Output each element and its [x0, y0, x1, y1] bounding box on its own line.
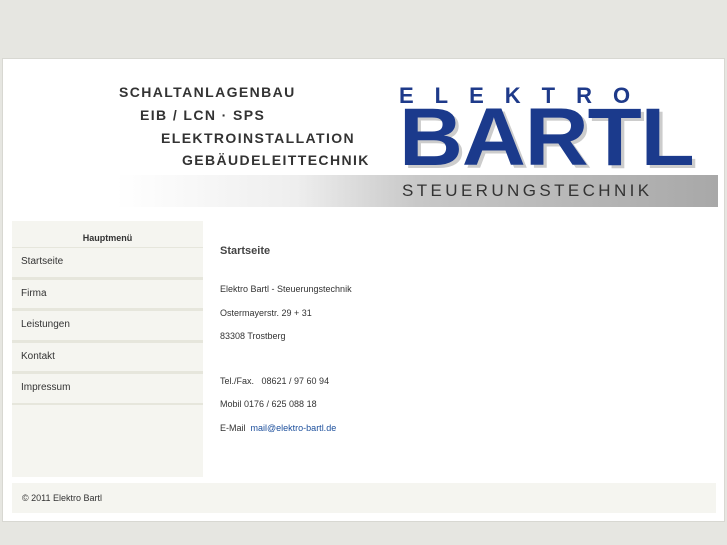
- phone: Tel./Fax. 08621 / 97 60 94: [220, 375, 330, 386]
- logo-bartl: BARTL: [399, 92, 695, 183]
- sidebar-item-impressum[interactable]: Impressum: [12, 373, 203, 405]
- city: 83308 Trostberg: [220, 331, 286, 342]
- page-title: Startseite: [220, 245, 271, 257]
- sidebar-item-startseite[interactable]: Startseite: [12, 247, 203, 279]
- sidebar-menu: Hauptmenü Startseite Firma Leistungen Ko…: [12, 221, 203, 477]
- menu-title: Hauptmenü: [82, 233, 133, 243]
- tagline: GEBÄUDELEITTECHNIK: [182, 152, 370, 168]
- email-label: E-Mail: [220, 422, 246, 433]
- company-name: Elektro Bartl - Steuerungstechnik: [220, 284, 352, 294]
- street: Ostermayerstr. 29 + 31: [220, 307, 312, 318]
- main-content: Startseite Elektro Bartl - Steuerungstec…: [220, 245, 352, 447]
- email-link[interactable]: mail@elektro-bartl.de: [251, 423, 337, 433]
- tagline: ELEKTROINSTALLATION: [161, 130, 356, 146]
- footer: © 2011 Elektro Bartl: [12, 483, 716, 513]
- page: SCHALTANLAGENBAU EIB / LCN · SPS ELEKTRO…: [2, 58, 725, 522]
- copyright: © 2011 Elektro Bartl: [22, 493, 103, 503]
- tagline: EIB / LCN · SPS: [140, 107, 266, 123]
- sidebar-item-firma[interactable]: Firma: [12, 278, 203, 310]
- tagline: SCHALTANLAGENBAU: [119, 84, 296, 100]
- logo-steuerungstechnik: STEUERUNGSTECHNIK: [402, 181, 653, 200]
- sidebar-item-kontakt[interactable]: Kontakt: [12, 341, 203, 373]
- sidebar-item-leistungen[interactable]: Leistungen: [12, 310, 203, 342]
- mobile: Mobil 0176 / 625 088 18: [220, 399, 317, 410]
- header-banner: SCHALTANLAGENBAU EIB / LCN · SPS ELEKTRO…: [116, 79, 718, 209]
